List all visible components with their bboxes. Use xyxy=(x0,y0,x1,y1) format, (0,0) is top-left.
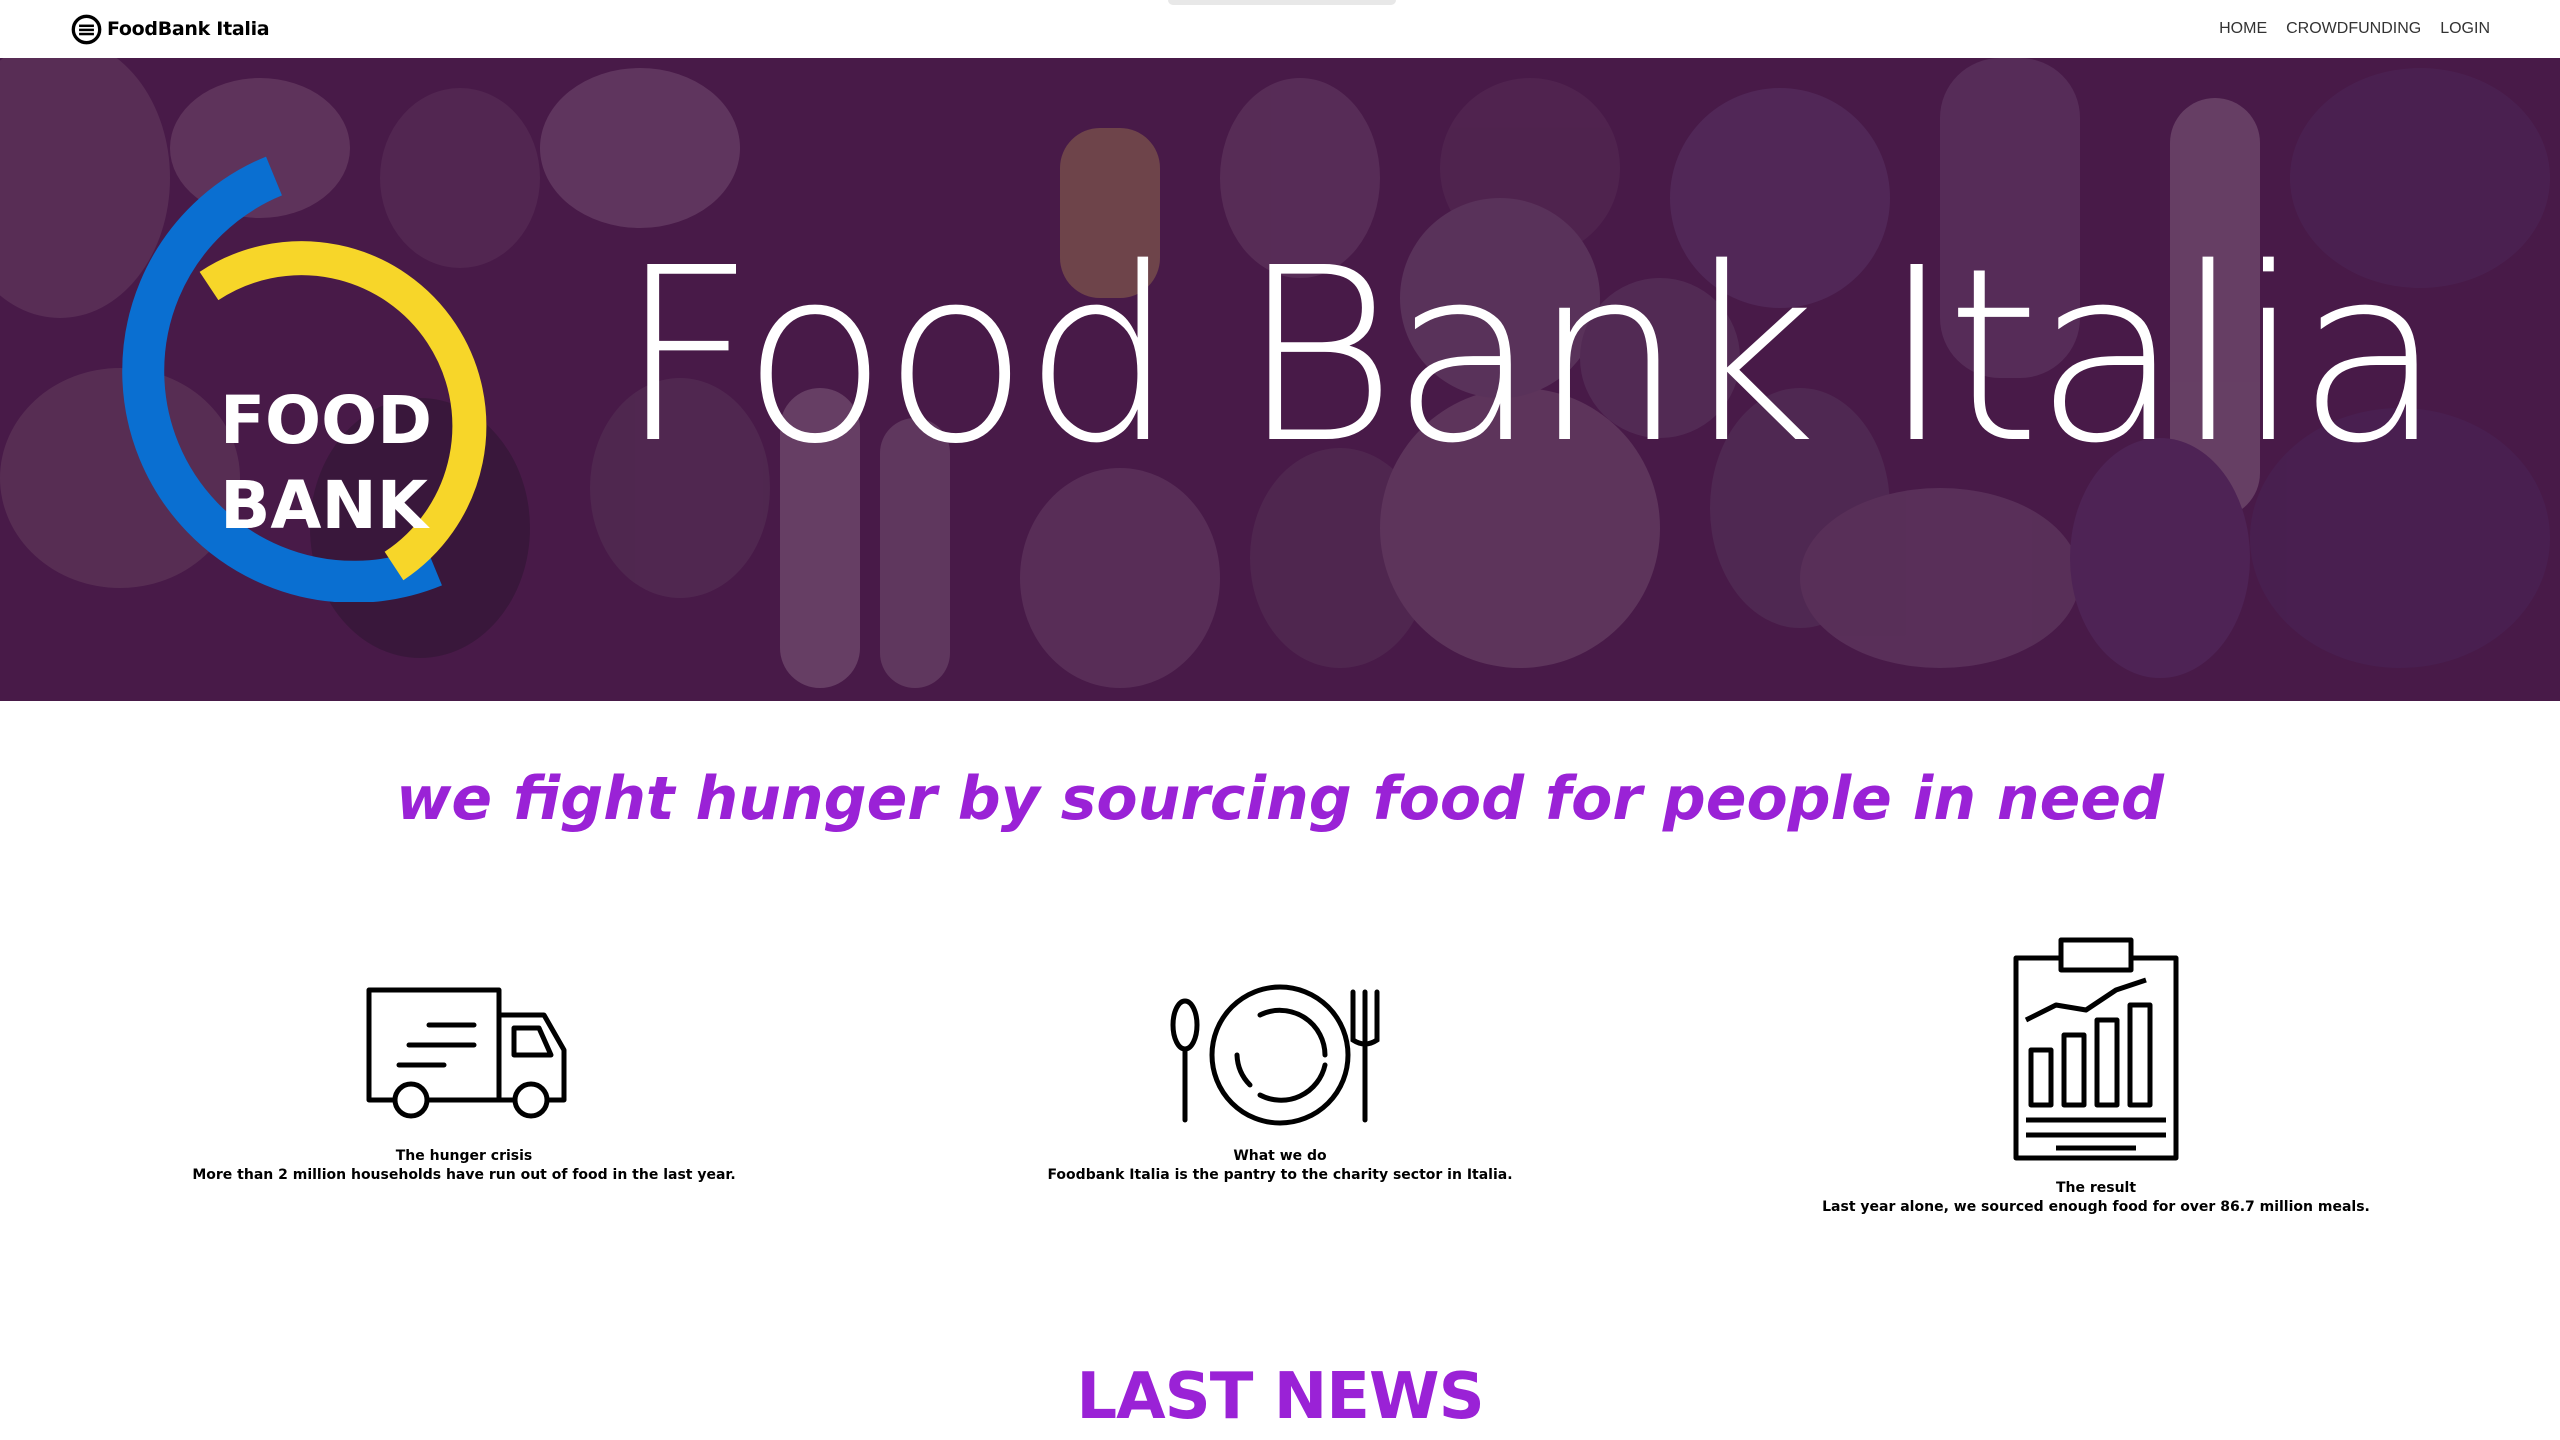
foodbank-big-logo: FOOD BANK xyxy=(122,156,487,602)
foodbank-logo-icon xyxy=(71,14,102,44)
feature-text: Last year alone, we sourced enough food … xyxy=(1822,1199,2370,1215)
feature-title: The result xyxy=(2055,1180,2137,1196)
chart-clipboard-icon xyxy=(2013,937,2179,1161)
feature-title: What we do xyxy=(1233,1148,1327,1164)
nav-login[interactable]: LOGIN xyxy=(2440,20,2490,38)
nav-home[interactable]: HOME xyxy=(2219,20,2267,38)
hero-banner: FOOD BANK Food Bank Italia xyxy=(0,58,2560,701)
feature-text: More than 2 million households have run … xyxy=(192,1167,736,1183)
feature-title: The hunger crisis xyxy=(395,1148,533,1164)
nav-links: HOME CROWDFUNDING LOGIN xyxy=(2219,20,2490,38)
plate-cutlery-icon xyxy=(1170,984,1380,1126)
feature-text: Foodbank Italia is the pantry to the cha… xyxy=(1047,1167,1513,1183)
feature-hunger-crisis: The hunger crisis More than 2 million ho… xyxy=(74,930,854,1183)
navbar: FoodBank Italia HOME CROWDFUNDING LOGIN xyxy=(0,0,2560,58)
brand-name: FoodBank Italia xyxy=(107,18,270,40)
top-tab-handle xyxy=(1168,0,1396,5)
feature-the-result: The result Last year alone, we sourced e… xyxy=(1706,930,2486,1215)
tagline: we fight hunger by sourcing food for peo… xyxy=(396,764,2164,834)
nav-crowdfunding[interactable]: CROWDFUNDING xyxy=(2286,20,2421,38)
logo-word-bank: BANK xyxy=(220,467,431,544)
logo-word-food: FOOD xyxy=(220,382,432,459)
feature-what-we-do: What we do Foodbank Italia is the pantry… xyxy=(890,930,1670,1183)
hero-title: Food Bank Italia xyxy=(618,216,2444,496)
last-news-heading: LAST NEWS xyxy=(1076,1360,1484,1434)
brand-link[interactable]: FoodBank Italia xyxy=(70,13,270,46)
truck-icon xyxy=(366,987,567,1119)
